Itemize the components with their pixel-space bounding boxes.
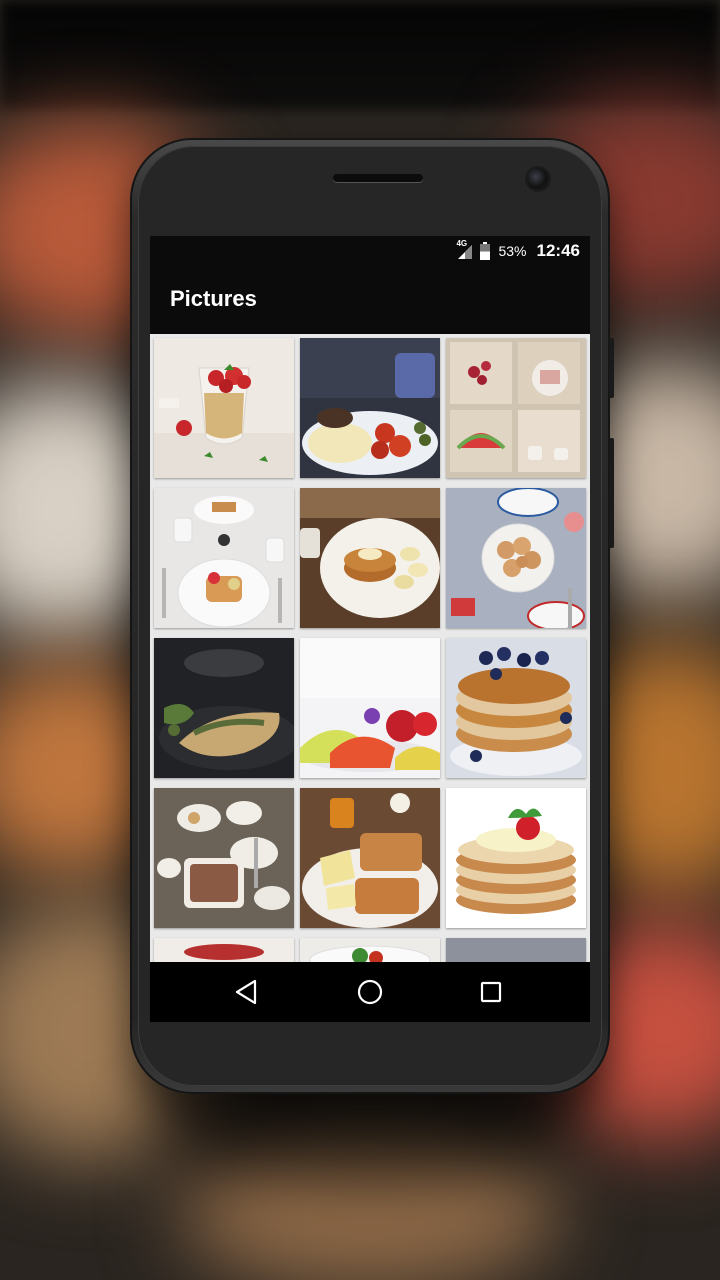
page-title: Pictures — [170, 286, 257, 311]
power-button — [609, 338, 614, 398]
photo-blueberry-pancakes[interactable] — [446, 638, 586, 778]
photo-fruit-collage[interactable] — [446, 338, 586, 478]
photo-toast-cheese[interactable] — [300, 788, 440, 928]
screen: 4G 53% 12:46 Pictures — [150, 236, 590, 1022]
photo-breakfast-spread[interactable] — [154, 788, 294, 928]
home-icon[interactable] — [354, 976, 386, 1008]
recents-icon[interactable] — [475, 976, 507, 1008]
network-type: 4G — [456, 239, 468, 248]
front-camera-icon — [527, 168, 549, 190]
navigation-bar — [150, 962, 590, 1022]
phone-frame: 4G 53% 12:46 Pictures — [130, 138, 614, 1094]
battery-percent: 53% — [498, 243, 527, 259]
photo-partial-3[interactable] — [446, 938, 586, 962]
photo-partial-2[interactable] — [300, 938, 440, 962]
photo-strawberry-pancakes[interactable] — [446, 788, 586, 928]
earpiece-speaker — [333, 174, 423, 182]
photo-omelette-breakfast[interactable] — [300, 338, 440, 478]
back-icon[interactable] — [231, 976, 263, 1008]
photo-grid — [150, 334, 590, 962]
clock: 12:46 — [536, 241, 580, 260]
volume-button — [609, 438, 614, 548]
status-bar: 4G 53% 12:46 — [150, 236, 590, 266]
photo-pancakes-table[interactable] — [446, 488, 586, 628]
photo-french-toast-table[interactable] — [154, 488, 294, 628]
photo-partial-1[interactable] — [154, 938, 294, 962]
photo-fruit-plate[interactable] — [300, 638, 440, 778]
battery-icon — [480, 242, 491, 260]
photo-pancakes-bananas[interactable] — [300, 488, 440, 628]
photo-strawberry-parfait[interactable] — [154, 338, 294, 478]
app-bar: Pictures — [150, 266, 590, 334]
cell-signal-icon: 4G — [456, 239, 473, 259]
photo-stuffed-crepe[interactable] — [154, 638, 294, 778]
